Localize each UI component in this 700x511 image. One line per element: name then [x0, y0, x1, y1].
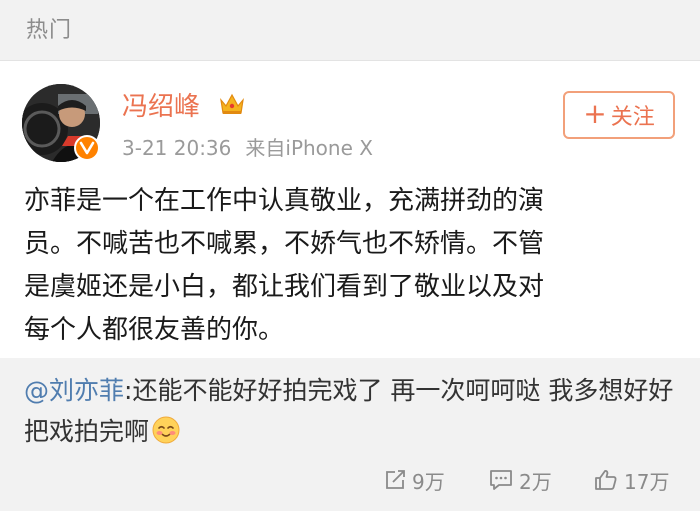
post-timestamp: 3-21 20:36	[122, 136, 232, 160]
divider	[0, 60, 700, 61]
repost-text-block: @刘亦菲:还能不能好好拍完戏了 再一次呵呵哒 我多想好好把戏拍完啊	[24, 370, 684, 452]
post-source: 来自iPhone X	[245, 136, 373, 160]
post-text: 亦菲是一个在工作中认真敬业，充满拼劲的演 员。不喊苦也不喊累，不娇气也不矫情。不…	[24, 186, 545, 345]
section-title: 热门	[26, 18, 73, 43]
comment-icon	[490, 470, 512, 490]
like-icon	[595, 470, 617, 490]
like-action[interactable]: 17万	[594, 464, 669, 496]
blush-emoji-icon	[152, 416, 180, 444]
post-meta: 3-21 20:36 来自iPhone X	[122, 132, 373, 161]
comment-count: 2万	[519, 469, 552, 494]
follow-button[interactable]: + 关注	[563, 91, 675, 139]
section-header: 热门	[0, 0, 700, 60]
verified-badge-icon	[74, 135, 100, 161]
mention-link[interactable]: @刘亦菲	[24, 376, 124, 405]
follow-label: 关注	[610, 105, 655, 130]
crown-icon	[220, 93, 244, 114]
plus-icon: +	[583, 96, 607, 130]
like-count: 17万	[624, 469, 670, 494]
author-name[interactable]: 冯绍峰	[122, 86, 200, 123]
repost-count: 9万	[412, 469, 445, 494]
repost-icon	[386, 470, 405, 489]
comment-action[interactable]: 2万	[489, 464, 552, 496]
repost-action[interactable]: 9万	[384, 464, 445, 496]
